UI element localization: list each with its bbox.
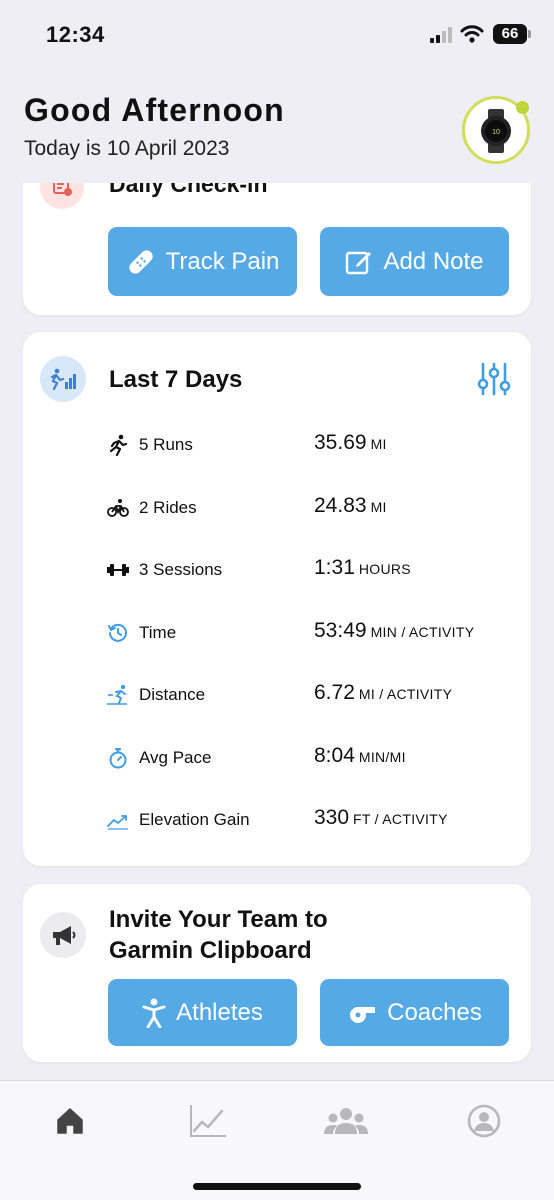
status-time: 12:34: [46, 22, 105, 47]
battery-indicator: 66: [493, 24, 531, 44]
stat-value: 24.83 MI: [314, 494, 387, 517]
stat-unit: MIN/MI: [358, 749, 406, 765]
add-note-label: Add Note: [383, 247, 484, 275]
stat-row-time: Time 53:49 MIN / ACTIVITY: [107, 618, 517, 648]
home-indicator[interactable]: [193, 1183, 361, 1190]
stat-row-runs: 5 Runs 35.69 MI: [107, 430, 517, 460]
stat-label: Time: [139, 623, 177, 642]
last-7-days-title: Last 7 Days: [109, 366, 243, 393]
signal-icon: [430, 27, 452, 43]
stat-label: 2 Rides: [139, 498, 197, 517]
invite-team-card: Invite Your Team to Garmin Clipboard Ath…: [23, 884, 531, 1062]
line-chart-icon: [190, 1105, 226, 1137]
note-edit-icon: [346, 251, 372, 274]
home-icon: [57, 1108, 83, 1134]
stat-unit: HOURS: [358, 561, 411, 577]
megaphone-icon: [40, 912, 86, 958]
sliders-icon[interactable]: [477, 362, 511, 396]
track-pain-label: Track Pain: [165, 247, 280, 275]
stat-unit: MI: [370, 436, 387, 452]
stat-row-elevation: Elevation Gain 330 FT / ACTIVITY: [107, 805, 517, 835]
main-scroll[interactable]: Daily Check-in Track Pain Add Note Last …: [0, 183, 554, 1080]
invite-athletes-button[interactable]: Athletes: [108, 979, 297, 1046]
stat-row-rides: 2 Rides 24.83 MI: [107, 493, 517, 523]
tab-team[interactable]: [321, 1099, 371, 1143]
invite-title-line1: Invite Your Team to: [109, 906, 328, 933]
stat-value: 8:04 MIN/MI: [314, 744, 406, 767]
stat-label: 5 Runs: [139, 435, 193, 454]
track-pain-button[interactable]: Track Pain: [108, 227, 297, 296]
stat-value: 35.69 MI: [314, 431, 387, 454]
stat-row-sessions: 3 Sessions 1:31 HOURS: [107, 555, 517, 585]
whistle-icon: [350, 1006, 376, 1023]
invite-title-line2: Garmin Clipboard: [109, 937, 312, 964]
device-avatar-button[interactable]: 10: [462, 96, 530, 164]
coaches-label: Coaches: [387, 998, 482, 1026]
tab-profile[interactable]: [459, 1099, 509, 1143]
person-icon: [142, 998, 166, 1028]
checkin-title: Daily Check-in: [109, 183, 268, 197]
clock-history-icon: [108, 623, 127, 642]
bike-icon: [107, 499, 129, 517]
add-note-button[interactable]: Add Note: [320, 227, 509, 296]
dumbbell-icon: [107, 564, 129, 576]
stat-value: 53:49 MIN / ACTIVITY: [314, 619, 475, 642]
athletes-label: Athletes: [176, 998, 263, 1026]
profile-icon: [467, 1104, 501, 1138]
greeting-title: Good Afternoon: [24, 92, 285, 128]
stat-unit: MI: [370, 499, 387, 515]
stat-value: 330 FT / ACTIVITY: [314, 806, 448, 829]
sprint-icon: [107, 684, 127, 705]
group-icon: [324, 1108, 368, 1134]
tab-bar: [0, 1080, 554, 1200]
status-bar: 12:34 66: [0, 0, 554, 70]
tab-home[interactable]: [45, 1099, 95, 1143]
stat-label: Elevation Gain: [139, 810, 250, 829]
clipboard-heart-icon: [40, 183, 84, 209]
stat-value: 1:31 HOURS: [314, 556, 411, 579]
svg-text:10: 10: [492, 129, 500, 136]
stat-unit: FT / ACTIVITY: [353, 811, 448, 827]
watch-icon: 10: [481, 109, 511, 153]
stat-label: Avg Pace: [139, 748, 212, 767]
wifi-icon: [460, 25, 484, 43]
stat-label: 3 Sessions: [139, 560, 223, 579]
connection-status-dot: [516, 101, 529, 114]
stat-unit: MI / ACTIVITY: [358, 686, 453, 702]
stat-unit: MIN / ACTIVITY: [370, 624, 475, 640]
tab-stats[interactable]: [183, 1099, 233, 1143]
stat-label: Distance: [139, 685, 206, 704]
stopwatch-icon: [109, 748, 127, 769]
activity-chart-icon: [40, 356, 86, 402]
trend-up-icon: [107, 815, 128, 830]
stat-row-distance: Distance 6.72 MI / ACTIVITY: [107, 680, 517, 710]
bandage-icon: [128, 249, 153, 274]
invite-title: Invite Your Team to Garmin Clipboard: [109, 904, 409, 966]
last-7-days-card: Last 7 Days 5 Runs 35.69 MI 2 Rides 24.8…: [23, 332, 531, 866]
stat-value: 6.72 MI / ACTIVITY: [314, 681, 453, 704]
date-text: Today is 10 April 2023: [24, 137, 230, 160]
daily-checkin-card: Daily Check-in Track Pain Add Note: [23, 183, 531, 315]
stat-row-avg-pace: Avg Pace 8:04 MIN/MI: [107, 743, 517, 773]
invite-coaches-button[interactable]: Coaches: [320, 979, 509, 1046]
runner-icon: [109, 434, 128, 456]
